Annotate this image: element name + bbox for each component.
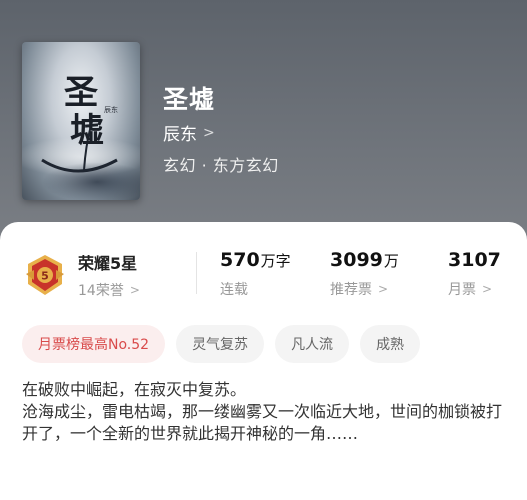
divider — [196, 252, 197, 294]
chevron-right-icon: > — [378, 282, 389, 296]
book-cover-image[interactable]: 圣 墟 辰东 — [22, 42, 140, 200]
tag-item[interactable]: 成熟 — [360, 325, 421, 363]
honor-badge-icon: 5 — [26, 255, 64, 295]
honor-name: 荣耀5星 — [78, 254, 138, 273]
description-line: 沧海成尘，雷电枯竭，那一缕幽雾又一次临近大地，世间的枷锁被打开了，一个全新的世界… — [22, 402, 503, 443]
stat-monthly-votes[interactable]: 3107 月票 > — [448, 249, 502, 299]
stat-label: 连载 — [220, 282, 248, 298]
cover-title-char-2: 墟 — [70, 111, 104, 151]
stat-unit: 万字 — [260, 252, 291, 270]
cover-byline: 辰东 — [104, 105, 118, 114]
book-title: 圣墟 — [163, 85, 216, 114]
chevron-right-icon: > — [129, 283, 140, 297]
book-genre[interactable]: 玄幻 · 东方玄幻 — [163, 152, 279, 176]
book-info-card: 5 荣耀5星 14荣誉 > 570万字 连载 3099万 推荐票 > 3107 月… — [0, 222, 527, 500]
book-header: 圣 墟 辰东 圣墟 辰东 > 玄幻 · 东方玄幻 — [0, 0, 527, 240]
author-link[interactable]: 辰东 > — [163, 120, 215, 146]
tag-item[interactable]: 灵气复苏 — [176, 325, 265, 363]
stat-value: 3099 — [330, 249, 383, 271]
tag-ranking[interactable]: 月票榜最高No.52 — [22, 325, 166, 363]
honor-count: 14荣誉 — [78, 283, 124, 299]
badge-level: 5 — [41, 270, 49, 283]
stat-value: 570 — [220, 249, 260, 271]
stat-label: 月票 — [448, 282, 476, 298]
stat-value: 3107 — [448, 249, 501, 271]
stat-recommend-votes[interactable]: 3099万 推荐票 > — [330, 249, 399, 299]
book-description[interactable]: 在破败中崛起，在寂灭中复苏。 沧海成尘，雷电枯竭，那一缕幽雾又一次临近大地，世间… — [22, 379, 508, 445]
description-line: 在破败中崛起，在寂灭中复苏。 — [22, 380, 247, 399]
stat-label: 推荐票 — [330, 282, 372, 298]
stat-word-count: 570万字 连载 — [220, 249, 291, 299]
stat-unit: 万 — [383, 252, 399, 270]
cover-title-char-1: 圣 — [64, 73, 98, 113]
tag-list: 月票榜最高No.52 灵气复苏 凡人流 成熟 — [22, 325, 431, 363]
chevron-right-icon: > — [482, 282, 493, 296]
tag-item[interactable]: 凡人流 — [275, 325, 350, 363]
author-name: 辰东 — [163, 125, 197, 145]
honor-section[interactable]: 5 荣耀5星 14荣誉 > — [22, 250, 140, 300]
cover-art: 圣 墟 辰东 — [41, 73, 118, 173]
chevron-right-icon: > — [203, 124, 215, 141]
